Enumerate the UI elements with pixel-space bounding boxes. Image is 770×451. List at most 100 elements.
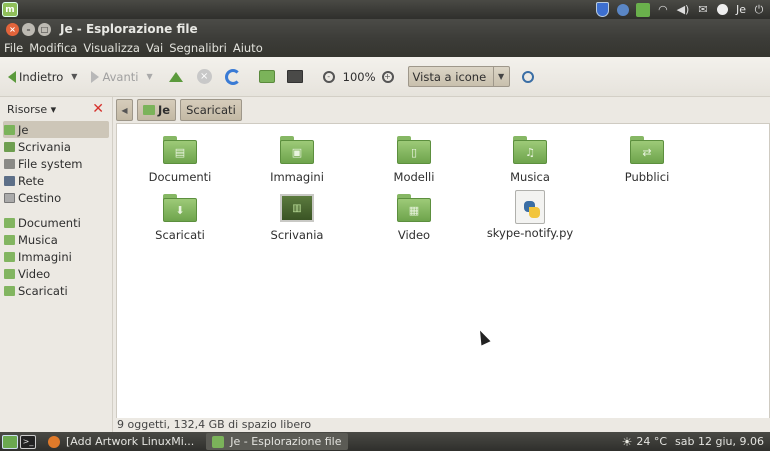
home-folder-icon — [4, 124, 15, 135]
search-button[interactable] — [521, 70, 534, 83]
breadcrumb-home[interactable]: Je — [137, 99, 177, 121]
view-mode-select[interactable]: Vista a icone ▼ — [407, 66, 510, 87]
forward-button[interactable]: Avanti — [91, 70, 138, 84]
forward-label: Avanti — [102, 69, 139, 84]
sidebar-item-videos[interactable]: Video — [0, 265, 112, 282]
templates-folder-icon: ▯ — [397, 136, 431, 164]
menu-visualizza[interactable]: Visualizza — [83, 41, 140, 55]
file-item-scaricati[interactable]: ⬇ Scaricati — [125, 194, 235, 242]
weather-sun-icon[interactable]: ☀ — [622, 435, 633, 449]
public-folder-icon: ⇄ — [630, 136, 664, 164]
file-label: Documenti — [148, 170, 212, 184]
stop-button[interactable]: × — [196, 69, 212, 84]
computer-button[interactable] — [286, 70, 303, 83]
taskbar-item-firefox[interactable]: [Add Artwork LinuxMi... — [42, 433, 200, 450]
forward-history-dropdown[interactable]: ▼ — [146, 72, 152, 81]
sidebar-item-label: Video — [18, 266, 51, 281]
breadcrumb-label: Je — [158, 103, 171, 117]
top-panel: m ◠ ◀) ✉ Je ⏻ — [0, 0, 770, 19]
breadcrumb-downloads[interactable]: Scaricati — [180, 99, 242, 121]
toolbar: Indietro ▼ Avanti ▼ × - 100% + Vista a i… — [0, 57, 770, 97]
reload-icon — [224, 68, 241, 85]
user-name[interactable]: Je — [736, 3, 746, 16]
mail-icon[interactable]: ✉ — [696, 3, 710, 17]
back-button[interactable]: Indietro — [8, 70, 63, 84]
file-view[interactable]: ▤ Documenti ▣ Immagini ▯ Modelli ♫ Music… — [116, 123, 770, 419]
sidebar: Risorse ▾ ✕ Je Scrivania File system Ret… — [0, 97, 113, 432]
chevron-down-icon: ▼ — [492, 67, 509, 86]
sidebar-item-label: Scrivania — [18, 139, 71, 154]
task-label: [Add Artwork LinuxMi... — [66, 435, 195, 448]
pathbar-back-button[interactable]: ◀ — [116, 99, 133, 121]
home-button[interactable] — [258, 70, 275, 83]
globe-icon[interactable] — [616, 3, 630, 17]
sidebar-item-network[interactable]: Rete — [0, 172, 112, 189]
file-item-modelli[interactable]: ▯ Modelli — [359, 136, 469, 184]
menu-vai[interactable]: Vai — [146, 41, 163, 55]
close-window-button[interactable]: × — [6, 22, 19, 36]
file-item-skype-notify[interactable]: skype-notify.py — [475, 190, 585, 240]
user-icon[interactable] — [716, 3, 730, 17]
sidebar-item-filesystem[interactable]: File system — [0, 155, 112, 172]
view-mode-value: Vista a icone — [412, 69, 487, 84]
breadcrumb-label: Scaricati — [186, 103, 236, 117]
sidebar-type-select[interactable]: Risorse ▾ — [7, 103, 56, 116]
shield-icon[interactable] — [596, 2, 610, 17]
maximize-window-button[interactable]: □ — [38, 22, 51, 36]
file-item-musica[interactable]: ♫ Musica — [475, 136, 585, 184]
file-manager-icon — [212, 435, 225, 448]
clock[interactable]: sab 12 giu, 9.06 — [675, 435, 764, 448]
downloads-folder-icon: ⬇ — [163, 194, 197, 222]
file-label: Immagini — [270, 170, 324, 184]
trash-icon — [4, 192, 15, 203]
python-file-icon — [515, 190, 545, 224]
sidebar-item-home[interactable]: Je — [3, 121, 109, 138]
title-bar[interactable]: × – □ Je - Esplorazione file — [0, 19, 770, 39]
window-title: Je - Esplorazione file — [60, 22, 198, 36]
file-item-immagini[interactable]: ▣ Immagini — [242, 136, 352, 184]
file-item-pubblici[interactable]: ⇄ Pubblici — [592, 136, 702, 184]
home-icon — [258, 70, 275, 83]
mint-menu-icon[interactable]: m — [2, 2, 18, 17]
up-button[interactable] — [168, 71, 183, 82]
back-history-dropdown[interactable]: ▼ — [71, 72, 77, 81]
file-label: Scaricati — [155, 228, 205, 242]
folder-icon — [4, 251, 15, 262]
menu-modifica[interactable]: Modifica — [29, 41, 77, 55]
terminal-icon[interactable]: >_ — [20, 434, 36, 449]
weather-temperature[interactable]: 24 °C — [636, 435, 667, 448]
sidebar-item-label: Musica — [18, 232, 58, 247]
power-icon[interactable]: ⏻ — [752, 3, 766, 17]
sidebar-item-pictures[interactable]: Immagini — [0, 248, 112, 265]
menu-file[interactable]: File — [4, 41, 23, 55]
taskbar-item-file-manager[interactable]: Je - Esplorazione file — [206, 433, 348, 450]
file-item-video[interactable]: ▦ Video — [359, 194, 469, 242]
menu-aiuto[interactable]: Aiuto — [233, 41, 263, 55]
close-sidebar-icon[interactable]: ✕ — [92, 101, 104, 117]
file-item-scrivania[interactable]: ▥ Scrivania — [242, 194, 352, 242]
update-manager-icon[interactable] — [635, 2, 650, 17]
system-tray: ◠ ◀) ✉ Je ⏻ — [596, 0, 766, 19]
reload-button[interactable] — [224, 68, 241, 85]
sidebar-item-trash[interactable]: Cestino — [0, 189, 112, 206]
status-bar: 9 oggetti, 132,4 GB di spazio libero — [116, 418, 770, 431]
documents-folder-icon: ▤ — [163, 136, 197, 164]
minimize-window-button[interactable]: – — [22, 22, 35, 36]
sidebar-item-documents[interactable]: Documenti — [0, 214, 112, 231]
show-desktop-icon[interactable] — [2, 434, 18, 449]
sidebar-header: Risorse ▾ ✕ — [0, 97, 112, 121]
sidebar-item-desktop[interactable]: Scrivania — [0, 138, 112, 155]
sidebar-item-downloads[interactable]: Scaricati — [0, 282, 112, 299]
zoom-in-button[interactable]: + — [381, 70, 394, 83]
wifi-icon[interactable]: ◠ — [656, 3, 670, 17]
music-folder-icon: ♫ — [513, 136, 547, 164]
zoom-out-button[interactable]: - — [322, 70, 335, 83]
menu-segnalibri[interactable]: Segnalibri — [169, 41, 227, 55]
file-label: Video — [397, 228, 431, 242]
desktop-icon — [4, 141, 15, 152]
forward-arrow-icon — [91, 70, 100, 83]
volume-icon[interactable]: ◀) — [676, 3, 690, 17]
file-item-documenti[interactable]: ▤ Documenti — [125, 136, 235, 184]
folder-icon — [4, 268, 15, 279]
sidebar-item-music[interactable]: Musica — [0, 231, 112, 248]
